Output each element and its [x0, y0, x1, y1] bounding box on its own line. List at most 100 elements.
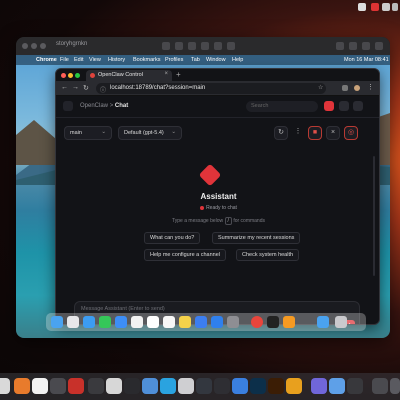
snapshot-icon[interactable] — [175, 42, 183, 50]
telegram-icon[interactable] — [160, 378, 176, 394]
host-app-icon-14[interactable] — [232, 378, 248, 394]
downloads-icon[interactable] — [317, 316, 329, 328]
host-app-icon-19[interactable] — [329, 378, 345, 394]
minimize-icon[interactable] — [68, 73, 73, 78]
keynote-icon[interactable] — [195, 316, 207, 328]
download-icon[interactable] — [342, 85, 348, 91]
illustrator-icon[interactable] — [268, 378, 284, 394]
settings-icon[interactable] — [188, 42, 196, 50]
close-chat-button[interactable]: × — [326, 126, 340, 140]
menu-history[interactable]: History — [108, 57, 125, 63]
suggestion-summarize-sessions[interactable]: Summarize my recent sessions — [212, 232, 301, 244]
session-select[interactable]: main ⌄ — [64, 126, 112, 140]
window-icon[interactable] — [358, 3, 366, 11]
address-url[interactable]: localhost:18789/chat?session=main — [110, 85, 205, 91]
suggestion-configure-channel[interactable]: Help me configure a channel — [144, 249, 227, 261]
host-app-icon-12[interactable] — [196, 378, 212, 394]
minimize-icon[interactable] — [31, 43, 37, 49]
photoshop-icon[interactable] — [250, 378, 266, 394]
menu-view[interactable]: View — [89, 57, 101, 63]
host-app-icon-22[interactable] — [390, 378, 400, 394]
reload-icon[interactable]: ↻ — [83, 84, 89, 92]
suggestion-system-health[interactable]: Check system health — [236, 249, 300, 261]
profile-icon[interactable] — [354, 85, 360, 91]
moon-icon[interactable] — [339, 101, 349, 111]
menu-help[interactable]: Help — [232, 57, 243, 63]
host-app-icon-20[interactable] — [347, 378, 363, 394]
tab-openclaw-control[interactable]: OpenClaw Control × — [86, 70, 172, 81]
breadcrumb-root[interactable]: OpenClaw — [80, 103, 108, 109]
pause-icon[interactable] — [162, 42, 170, 50]
back-icon[interactable]: ← — [61, 84, 68, 91]
notes-icon[interactable] — [179, 316, 191, 328]
new-tab-button[interactable]: + — [176, 70, 181, 79]
scrollbar[interactable] — [373, 156, 375, 276]
site-info-icon[interactable]: ⓘ — [100, 85, 106, 94]
fullscreen-icon[interactable] — [362, 42, 370, 50]
close-icon[interactable] — [61, 73, 66, 78]
app-store-icon[interactable] — [211, 316, 223, 328]
system-settings-icon[interactable] — [227, 316, 239, 328]
menu-bookmarks[interactable]: Bookmarks — [133, 57, 161, 63]
more-options-button[interactable]: ⋮ — [291, 126, 305, 140]
trash-icon[interactable] — [335, 316, 347, 328]
finder-icon[interactable] — [51, 316, 63, 328]
host-app-icon-4[interactable] — [50, 378, 66, 394]
shared-folder-icon[interactable] — [201, 42, 209, 50]
sidebar-toggle-icon[interactable] — [63, 101, 73, 111]
host-app-icon-6[interactable] — [88, 378, 104, 394]
safari-icon[interactable] — [83, 316, 95, 328]
host-app-icon-8[interactable] — [124, 378, 140, 394]
host-app-icon-21[interactable] — [372, 378, 388, 394]
menu-more-icon[interactable]: ⋮ — [367, 83, 374, 91]
menu-icon[interactable] — [371, 3, 379, 11]
sun-icon[interactable] — [353, 101, 363, 111]
sublime-icon[interactable] — [283, 316, 295, 328]
zoom-in-icon[interactable] — [336, 42, 344, 50]
more-icon[interactable] — [375, 42, 383, 50]
menu-chrome[interactable]: Chrome — [36, 57, 57, 63]
zoom-icon[interactable] — [40, 43, 46, 49]
vm-titlebar[interactable]: storyhgrnkn — [16, 37, 390, 55]
tab-close-icon[interactable]: × — [164, 71, 168, 77]
host-app-icon-13[interactable] — [214, 378, 230, 394]
host-app-icon-11[interactable] — [178, 378, 194, 394]
host-app-icon-2[interactable] — [14, 378, 30, 394]
photos-icon[interactable] — [131, 316, 143, 328]
message-input[interactable]: Message Assistant (Enter to send) — [81, 306, 165, 312]
launchpad-icon[interactable] — [67, 316, 79, 328]
filezilla-icon[interactable] — [68, 378, 84, 394]
reminders-icon[interactable] — [163, 316, 175, 328]
host-app-icon-18[interactable] — [311, 378, 327, 394]
search-input[interactable]: Search — [246, 101, 318, 112]
host-app-icon-7[interactable] — [106, 378, 122, 394]
terminal-icon[interactable] — [267, 316, 279, 328]
display-icon[interactable] — [214, 42, 222, 50]
calendar-icon[interactable] — [147, 316, 159, 328]
close-icon[interactable] — [22, 43, 28, 49]
messages-icon[interactable] — [99, 316, 111, 328]
menu-window[interactable]: Window — [206, 57, 226, 63]
chrome-icon[interactable] — [251, 316, 263, 328]
host-app-icon-17[interactable] — [286, 378, 302, 394]
zoom-out-icon[interactable] — [349, 42, 357, 50]
menubar-clock[interactable]: Mon 16 Mar 08:41 — [344, 57, 389, 63]
zoom-icon[interactable] — [75, 73, 80, 78]
mail-icon[interactable] — [115, 316, 127, 328]
delete-button[interactable]: ■ — [308, 126, 322, 140]
forward-icon[interactable]: → — [72, 84, 79, 91]
menu-profiles[interactable]: Profiles — [165, 57, 183, 63]
bookmark-star-icon[interactable]: ☆ — [318, 84, 324, 91]
model-select[interactable]: Default (gpt-5.4) ⌄ — [118, 126, 182, 140]
stop-button[interactable]: ◎ — [344, 126, 358, 140]
usb-icon[interactable] — [227, 42, 235, 50]
menu-edit[interactable]: Edit — [74, 57, 83, 63]
address-bar[interactable]: ⓘ localhost:18789/chat?session=main — [96, 83, 326, 94]
menu-tab[interactable]: Tab — [191, 57, 200, 63]
suggestion-what-can-you-do[interactable]: What can you do? — [144, 232, 201, 244]
host-app-icon-9[interactable] — [142, 378, 158, 394]
host-app-icon-1[interactable] — [0, 378, 10, 394]
host-app-icon-3[interactable] — [32, 378, 48, 394]
menu-file[interactable]: File — [60, 57, 69, 63]
refresh-button[interactable]: ↻ — [274, 126, 288, 140]
